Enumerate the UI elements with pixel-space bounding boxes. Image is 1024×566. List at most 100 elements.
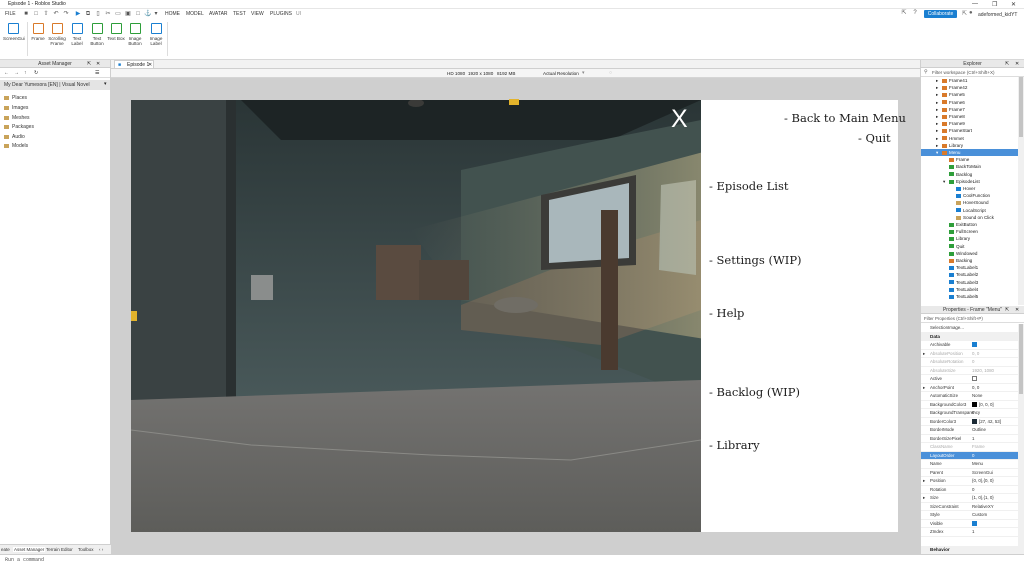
collaborate-button[interactable]: Collaborate xyxy=(924,10,957,18)
property-row[interactable]: Rotation 0 xyxy=(921,486,1018,495)
explorer-row[interactable]: ▸ Frame9 xyxy=(921,120,1018,127)
tab-toolbox[interactable]: Toolbox xyxy=(78,547,94,552)
share-icon[interactable]: ⇱ xyxy=(900,9,908,17)
command-bar[interactable]: Run a command xyxy=(0,554,1024,566)
explorer-row[interactable]: Backing xyxy=(921,257,1018,264)
explorer-row[interactable]: BackToMain xyxy=(921,163,1018,170)
property-value[interactable]: RelativeXY xyxy=(972,503,994,512)
scrollbar-thumb[interactable] xyxy=(1019,324,1023,394)
list-view-icon[interactable]: ☰ xyxy=(95,70,99,76)
resize-handle-top[interactable] xyxy=(509,99,519,105)
folder-icon[interactable]: □ xyxy=(32,10,40,18)
checkbox[interactable] xyxy=(972,520,977,526)
pin-icon[interactable]: ⇱ xyxy=(1005,307,1009,313)
tab-scroll-icon[interactable]: ‹ › xyxy=(99,547,103,552)
tab-close-icon[interactable]: ✕ xyxy=(148,61,152,69)
tab-episode-1[interactable]: ■ Episode 1 ✕ xyxy=(114,60,154,69)
property-row[interactable]: BorderColor3 [27, 42, 53] xyxy=(921,418,1018,426)
property-value[interactable]: Frame xyxy=(972,443,985,452)
property-row[interactable]: Parent ScreenGui xyxy=(921,469,1018,477)
property-value[interactable] xyxy=(972,520,977,529)
property-value[interactable]: None xyxy=(972,392,983,401)
asset-item-packages[interactable]: Packages xyxy=(4,124,34,130)
checkbox[interactable] xyxy=(972,342,977,348)
expand-arrow-icon[interactable]: ▸ xyxy=(923,384,925,393)
tab-terrain-editor[interactable]: Terrain Editor xyxy=(46,547,73,552)
scrolling-frame-button[interactable]: Scrolling Frame xyxy=(47,23,67,46)
property-row[interactable]: ▸ Position {0, 0},{0, 0} xyxy=(921,477,1018,486)
property-row[interactable]: ▸ Size {1, 0},{1, 0} xyxy=(921,494,1018,503)
panel-close-icon[interactable]: ✕ xyxy=(96,61,100,67)
paste-icon[interactable]: ▯ xyxy=(94,10,102,18)
explorer-row[interactable]: ExitButton xyxy=(921,221,1018,228)
property-row[interactable]: BackgroundTransparency 0 xyxy=(921,409,1018,418)
explorer-row[interactable]: ▾ Menu xyxy=(921,149,1018,156)
property-row[interactable]: BorderMode Outline xyxy=(921,426,1018,435)
property-value[interactable]: {0, 0},{0, 0} xyxy=(972,477,994,486)
explorer-row[interactable]: Frame xyxy=(921,156,1018,163)
property-value[interactable]: [0, 0, 0] xyxy=(972,401,994,410)
property-row[interactable]: LayoutOrder 0 xyxy=(921,451,1018,460)
settings-button[interactable]: - Settings (WIP) xyxy=(709,253,802,267)
explorer-row[interactable]: TextLabel2 xyxy=(921,271,1018,278)
redo-icon[interactable]: ↷ xyxy=(62,10,70,18)
explorer-row[interactable]: ▸ Frame7 xyxy=(921,106,1018,113)
tab-test[interactable]: TEST xyxy=(233,11,246,17)
property-row[interactable]: ZIndex 1 xyxy=(921,528,1018,537)
tab-home[interactable]: HOME xyxy=(165,11,180,17)
chevron-down-icon[interactable]: ▾ xyxy=(582,70,585,76)
up-icon[interactable]: ↑ xyxy=(24,70,27,76)
forward-icon[interactable]: → xyxy=(14,70,19,76)
menu-close-button[interactable]: X xyxy=(671,104,688,134)
refresh-icon[interactable]: ↻ xyxy=(34,70,38,76)
explorer-row[interactable]: TextLabel5 xyxy=(921,293,1018,300)
explorer-filter[interactable]: ⚲ Filter workspace (Ctrl+Shift+X) xyxy=(921,68,1024,77)
explorer-row[interactable]: Library xyxy=(921,235,1018,242)
tab-asset-manager[interactable]: Asset Manager xyxy=(13,547,46,552)
maximize-icon[interactable]: ❐ xyxy=(992,1,997,8)
scrollbar-thumb[interactable] xyxy=(1019,77,1023,137)
explorer-row[interactable]: HoverSound xyxy=(921,199,1018,206)
duplicate-icon[interactable]: ▭ xyxy=(114,10,122,18)
explorer-row[interactable]: Backlog xyxy=(921,171,1018,178)
copy-icon[interactable]: ⧉ xyxy=(84,10,92,18)
text-label-button[interactable]: Text Label xyxy=(67,23,87,46)
chevron-down-icon[interactable]: ▾ xyxy=(104,81,107,87)
share-icon[interactable]: ⇱ xyxy=(962,10,967,17)
property-value[interactable]: 0, 0 xyxy=(972,384,979,393)
explorer-row[interactable]: ▸ Frame8 xyxy=(921,113,1018,120)
publish-icon[interactable]: ⇧ xyxy=(42,10,50,18)
property-row[interactable]: AutomaticSize None xyxy=(921,392,1018,401)
minimize-icon[interactable]: — xyxy=(972,1,978,7)
tab-view[interactable]: VIEW xyxy=(251,11,264,17)
lock-icon[interactable]: □ xyxy=(134,10,142,18)
file-menu[interactable]: FILE xyxy=(5,11,16,17)
property-row[interactable]: Archivable xyxy=(921,341,1018,350)
property-row[interactable]: BorderSizePixel 1 xyxy=(921,435,1018,443)
explorer-row[interactable]: ▸ Frame41 xyxy=(921,77,1018,84)
explorer-row[interactable]: ▸ Hmmet xyxy=(921,135,1018,142)
image-label-button[interactable]: Image Label xyxy=(146,23,166,46)
property-row[interactable]: BackgroundColor3 [0, 0, 0] xyxy=(921,401,1018,410)
property-row[interactable]: Style Custom xyxy=(921,511,1018,520)
explorer-row[interactable]: ▸ FrameStart xyxy=(921,127,1018,134)
property-value[interactable]: 0 xyxy=(972,486,974,495)
property-row[interactable]: Name Menu xyxy=(921,460,1018,469)
properties-scrollbar[interactable] xyxy=(1018,324,1024,554)
explorer-row[interactable]: ▾ EpisodeList xyxy=(921,178,1018,185)
play-icon[interactable]: ▶ xyxy=(74,10,82,18)
property-value[interactable]: 0, 0 xyxy=(972,350,979,359)
explorer-row[interactable]: Sound on Click xyxy=(921,214,1018,221)
tab-create[interactable]: eate xyxy=(1,547,10,552)
property-value[interactable]: Menu xyxy=(972,460,983,469)
notification-icon[interactable]: ● xyxy=(969,10,973,16)
property-value[interactable]: 1920, 1080 xyxy=(972,367,994,376)
help-button[interactable]: - Help xyxy=(709,306,744,320)
explorer-row[interactable]: CoolFunction xyxy=(921,192,1018,199)
cut-icon[interactable]: ✂ xyxy=(104,10,112,18)
property-row[interactable]: ClassName Frame xyxy=(921,443,1018,452)
property-row[interactable]: SizeConstraint RelativeXY xyxy=(921,503,1018,512)
asset-item-meshes[interactable]: Meshes xyxy=(4,115,30,121)
tab-plugins[interactable]: PLUGINS xyxy=(270,11,292,17)
tab-avatar[interactable]: AVATAR xyxy=(209,11,228,17)
